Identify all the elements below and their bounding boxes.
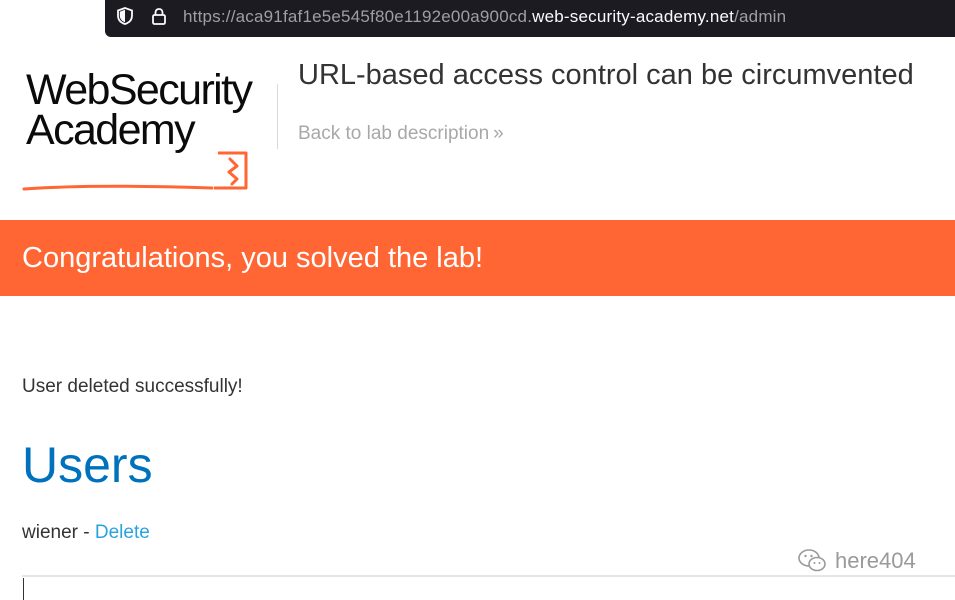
- url-path: /admin: [734, 7, 787, 26]
- solved-banner: Congratulations, you solved the lab!: [0, 220, 955, 296]
- lab-title: URL-based access control can be circumve…: [298, 59, 914, 91]
- shield-icon[interactable]: [115, 6, 135, 26]
- url-prefix: https://aca91faf1e5e545f80e1192e00a900cd…: [183, 7, 533, 26]
- back-link-label: Back to lab description: [298, 123, 490, 144]
- content-divider: [22, 575, 955, 577]
- back-to-lab-link[interactable]: Back to lab description»: [298, 123, 504, 145]
- web-security-academy-logo[interactable]: WebSecurity Academy: [22, 67, 282, 197]
- url-domain: web-security-academy.net: [532, 7, 735, 26]
- delete-user-link[interactable]: Delete: [95, 522, 150, 543]
- solved-banner-text: Congratulations, you solved the lab!: [22, 242, 484, 274]
- user-name: wiener: [22, 522, 78, 543]
- double-chevron-right-icon: »: [493, 123, 503, 144]
- lock-icon[interactable]: [149, 6, 169, 26]
- users-heading: Users: [22, 437, 153, 493]
- watermark-text: here404: [835, 548, 916, 573]
- page-header: WebSecurity Academy URL-based access con…: [0, 37, 955, 220]
- url-text[interactable]: https://aca91faf1e5e545f80e1192e00a900cd…: [183, 6, 786, 28]
- text-cursor: [23, 578, 24, 600]
- user-separator: -: [77, 522, 95, 543]
- wechat-icon: [798, 549, 826, 572]
- logo-mark-icon: [22, 151, 248, 191]
- status-message: User deleted successfully!: [22, 376, 243, 397]
- user-row: wiener - Delete: [22, 522, 150, 544]
- watermark: here404: [797, 548, 916, 574]
- header-divider: [277, 84, 278, 149]
- browser-toolbar: https://aca91faf1e5e545f80e1192e00a900cd…: [0, 0, 955, 37]
